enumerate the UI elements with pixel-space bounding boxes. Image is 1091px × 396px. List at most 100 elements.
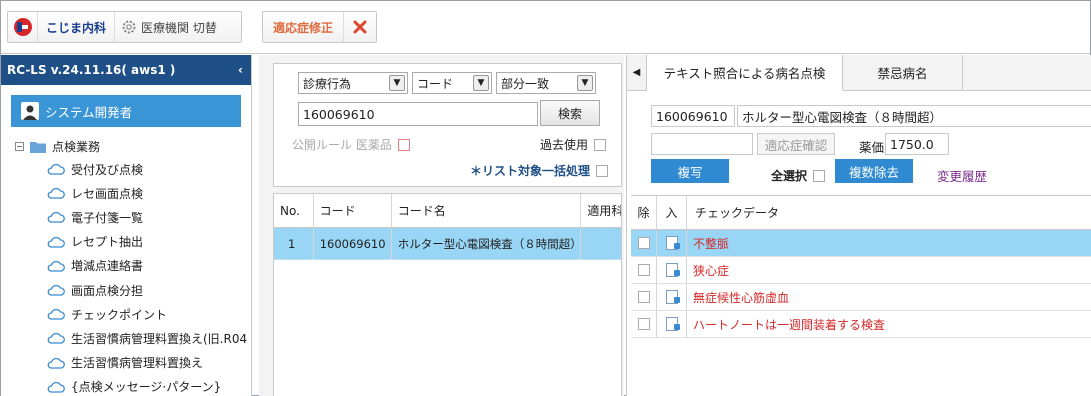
sidebar-item[interactable]: 生活習慣病管理料置換え	[1, 351, 251, 375]
tree-root-inspection[interactable]: − 点検業務	[1, 135, 251, 157]
sidebar-item[interactable]: 受付及び点検	[1, 157, 251, 181]
top-toolbar: こじま内科 医療機関 切替 適応症修正	[1, 1, 1090, 54]
category-select[interactable]: 診療行為 ▼	[298, 72, 408, 94]
table-row[interactable]: 不整脈	[631, 230, 1091, 257]
check-data-text: 不整脈	[693, 236, 730, 251]
check-data-text: 無症候性心筋虚血	[693, 290, 790, 305]
insert-document-icon[interactable]	[665, 290, 680, 304]
change-history-link[interactable]: 変更履歴	[937, 166, 987, 185]
clinic-switcher[interactable]: こじま内科 医療機関 切替	[7, 11, 242, 43]
cloud-icon	[47, 188, 65, 199]
row-code-name: ホルター型心電図検査（８時間超）	[392, 228, 582, 259]
public-rule-checkbox[interactable]	[397, 138, 410, 151]
sidebar-item-label: 生活習慣病管理料置換え	[71, 356, 204, 371]
multi-remove-button[interactable]: 複数除去	[835, 159, 913, 183]
remove-checkbox[interactable]	[637, 237, 650, 249]
row-code: 160069610	[314, 228, 392, 259]
close-icon[interactable]	[344, 20, 376, 34]
collapse-panel-icon[interactable]: ◀	[627, 55, 647, 90]
sidebar-item[interactable]: チェックポイント	[1, 302, 251, 326]
check-data-text: ハートノートは一週間装着する検査	[693, 317, 886, 332]
copy-button[interactable]: 複写	[651, 159, 729, 183]
chevron-down-icon[interactable]: ▼	[577, 75, 593, 91]
sidebar-item[interactable]: 画面点検分担	[1, 278, 251, 302]
sidebar-item-label: チェックポイント	[71, 307, 168, 322]
sidebar-header: RC-LS v.24.11.16( aws1 ) ‹	[1, 55, 251, 85]
table-row[interactable]: 1 160069610 ホルター型心電図検査（８時間超）	[274, 228, 621, 260]
sidebar-item-label: 画面点検分担	[71, 283, 144, 298]
select-all-checkbox[interactable]	[813, 169, 826, 182]
switch-clinic-button[interactable]: 医療機関 切替	[115, 19, 217, 36]
past-use-checkbox[interactable]	[594, 138, 607, 151]
sidebar-item-label: {点検メッセージ·パターン}	[71, 380, 222, 395]
sidebar-item-label: 生活習慣病管理料置換え(旧.R04	[71, 331, 248, 346]
indication-confirm-button[interactable]: 適応症確認	[757, 133, 835, 155]
search-button[interactable]: 検索	[540, 100, 600, 126]
past-use-label: 過去使用	[540, 138, 589, 152]
row-extra	[581, 228, 621, 259]
sidebar-item-label: レセ画面点検	[71, 186, 144, 201]
past-use-option: 過去使用	[540, 136, 607, 153]
sidebar-item[interactable]: 増減点連絡書	[1, 254, 251, 278]
sidebar-item[interactable]: 生活習慣病管理料置換え(旧.R04	[1, 326, 251, 350]
batch-checkbox[interactable]	[596, 164, 609, 177]
gear-icon	[122, 20, 136, 34]
sidebar-item-label: 増減点連絡書	[71, 259, 144, 274]
cloud-icon	[47, 212, 65, 224]
indication-fix-button[interactable]: 適応症修正	[263, 12, 344, 42]
field-select-value: コード	[417, 76, 454, 91]
switch-clinic-label: 医療機関 切替	[141, 20, 217, 35]
selected-name: ホルター型心電図検査（８時間超）	[737, 105, 1091, 127]
col-code[interactable]: コード	[314, 194, 392, 227]
selected-code: 160069610	[651, 105, 735, 127]
remove-checkbox[interactable]	[637, 291, 650, 303]
table-row[interactable]: 無症候性心筋虚血	[631, 284, 1091, 311]
col-applied[interactable]: 適用科	[581, 194, 621, 227]
check-table-header: 除 入 チェックデータ	[631, 196, 1091, 230]
search-form: 診療行為 ▼ コード ▼ 部分一致 ▼ 160069610 検索 公開ルール 医…	[273, 63, 622, 187]
indication-input[interactable]	[651, 133, 753, 155]
result-table-header: No. コード コード名 適用科	[274, 194, 621, 228]
cloud-icon	[47, 164, 65, 175]
cloud-icon	[47, 309, 65, 320]
remove-checkbox[interactable]	[637, 318, 650, 330]
row-no: 1	[274, 228, 314, 259]
cloud-icon	[47, 285, 65, 296]
col-remove[interactable]: 除	[631, 196, 657, 229]
tab-contraindication[interactable]: 禁忌病名	[843, 55, 963, 90]
cloud-icon	[47, 357, 65, 369]
check-panel: ◀ テキスト照合による病名点検 禁忌病名 160069610 ホルター型心電図検…	[626, 55, 1091, 396]
sidebar-item[interactable]: {点検メッセージ·パターン}	[1, 375, 251, 396]
insert-document-icon[interactable]	[665, 263, 680, 277]
table-row[interactable]: 狭心症	[631, 257, 1091, 284]
insert-document-icon[interactable]	[665, 236, 680, 250]
sidebar-item[interactable]: 電子付箋一覧	[1, 205, 251, 229]
field-select[interactable]: コード ▼	[412, 72, 492, 94]
result-table: No. コード コード名 適用科 1 160069610 ホルター型心電図検査（…	[273, 193, 622, 396]
collapse-sidebar-icon[interactable]: ‹	[238, 63, 243, 77]
sidebar-item[interactable]: レセプト抽出	[1, 230, 251, 254]
col-check-data[interactable]: チェックデータ	[687, 196, 1091, 229]
avatar-icon	[21, 102, 39, 120]
chevron-down-icon[interactable]: ▼	[389, 75, 405, 91]
check-data-text: 狭心症	[693, 263, 730, 278]
match-select[interactable]: 部分一致 ▼	[496, 72, 596, 94]
col-no[interactable]: No.	[274, 194, 314, 227]
tab-text-match[interactable]: テキスト照合による病名点検	[647, 55, 843, 91]
menu-tree: − 点検業務 受付及び点検 レセ画面点検 電子付箋一覧 レセプト抽出 増減点連絡…	[1, 135, 251, 396]
batch-label: ＊リスト対象一括処理	[470, 164, 591, 178]
col-insert[interactable]: 入	[657, 196, 687, 229]
collapse-icon[interactable]: −	[15, 141, 24, 151]
table-row[interactable]: ハートノートは一週間装着する検査	[631, 311, 1091, 338]
code-search-input[interactable]: 160069610	[298, 102, 538, 126]
chevron-down-icon[interactable]: ▼	[473, 75, 489, 91]
remove-checkbox[interactable]	[637, 264, 650, 276]
insert-document-icon[interactable]	[665, 317, 680, 331]
user-panel[interactable]: システム開発者	[11, 95, 241, 127]
sidebar-item[interactable]: レセ画面点検	[1, 181, 251, 205]
public-rule-option: 公開ルール 医薬品	[292, 136, 410, 153]
price-label: 薬価	[859, 140, 885, 155]
cloud-icon	[47, 260, 65, 272]
col-code-name[interactable]: コード名	[392, 194, 582, 227]
sidebar-item-label: 電子付箋一覧	[71, 210, 144, 225]
